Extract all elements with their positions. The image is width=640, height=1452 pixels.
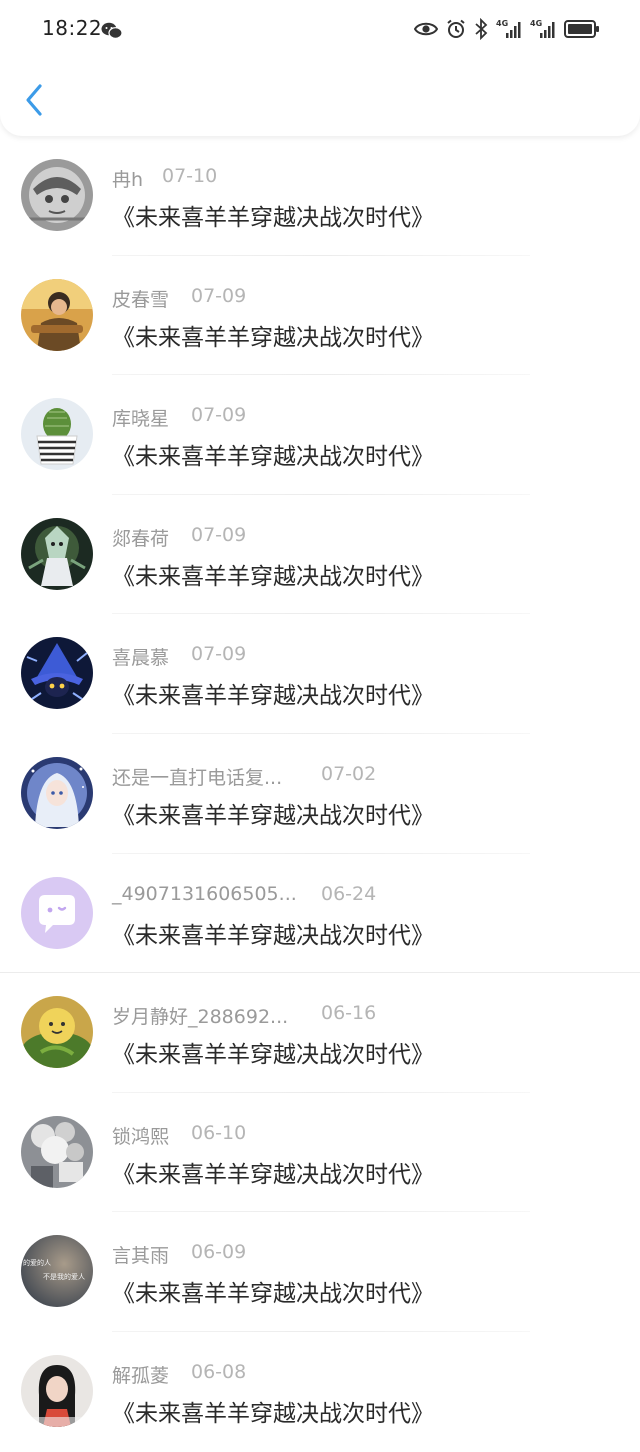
avatar[interactable]: 的爱的人 不是我的爱人	[21, 1235, 93, 1308]
svg-text:不是我的爱人: 不是我的爱人	[43, 1272, 85, 1281]
list-item[interactable]: 郯春荷 07-09 《未来喜羊羊穿越决战次时代》	[0, 495, 640, 615]
avatar[interactable]	[21, 996, 93, 1069]
item-date: 07-09	[191, 404, 247, 427]
avatar[interactable]	[21, 1115, 93, 1188]
svg-text:的爱的人: 的爱的人	[23, 1258, 51, 1267]
user-name: _4907131606505...	[112, 882, 297, 905]
item-title: 《未来喜羊羊穿越决战次时代》	[112, 1161, 434, 1188]
item-title: 《未来喜羊羊穿越决战次时代》	[112, 324, 434, 351]
item-date: 07-10	[162, 165, 218, 187]
item-title: 《未来喜羊羊穿越决战次时代》	[112, 1281, 434, 1308]
list-item[interactable]: 岁月静好_288692... 06-16 《未来喜羊羊穿越决战次时代》	[0, 973, 640, 1093]
item-title: 《未来喜羊羊穿越决战次时代》	[112, 205, 434, 231]
item-date: 06-08	[191, 1360, 247, 1383]
list-item[interactable]: 还是一直打电话复... 07-02 《未来喜羊羊穿越决战次时代》	[0, 734, 640, 854]
avatar[interactable]	[21, 637, 93, 710]
user-name: 郯春荷	[112, 527, 170, 550]
alarm-icon	[446, 19, 466, 43]
list-item[interactable]: 皮春雪 07-09 《未来喜羊羊穿越决战次时代》	[0, 256, 640, 376]
battery-icon	[564, 19, 600, 43]
item-title: 《未来喜羊羊穿越决战次时代》	[112, 683, 434, 710]
status-time: 18:22	[42, 16, 103, 40]
list-item[interactable]: 解孤菱 06-08 《未来喜羊羊穿越决战次时代》	[0, 1332, 640, 1452]
list-item[interactable]: 库晓星 07-09 《未来喜羊羊穿越决战次时代》	[0, 375, 640, 495]
user-list: 冉h 07-10 《未来喜羊羊穿越决战次时代》 皮春雪 07-09 《未来喜羊羊…	[0, 136, 640, 1452]
svg-text:4G: 4G	[496, 19, 508, 28]
avatar[interactable]	[21, 1354, 93, 1427]
item-title: 《未来喜羊羊穿越决战次时代》	[112, 444, 434, 471]
item-date: 07-02	[321, 762, 377, 785]
item-title: 《未来喜羊羊穿越决战次时代》	[112, 802, 434, 829]
user-name: 解孤菱	[112, 1364, 170, 1387]
wechat-icon	[101, 22, 123, 44]
item-date: 06-24	[321, 882, 377, 905]
user-name: 喜晨慕	[112, 647, 170, 670]
signal-4g-icon: 4G	[496, 18, 522, 44]
top-bar: 18:22 4G 4G	[0, 0, 640, 136]
item-date: 07-09	[191, 284, 247, 307]
avatar[interactable]	[21, 398, 93, 471]
user-name: 锁鸿熙	[112, 1125, 170, 1148]
eye-icon	[413, 21, 439, 41]
item-date: 06-16	[321, 1002, 377, 1025]
user-name: 库晓星	[112, 408, 170, 431]
item-title: 《未来喜羊羊穿越决战次时代》	[112, 1042, 434, 1069]
item-title: 《未来喜羊羊穿越决战次时代》	[112, 922, 434, 949]
avatar[interactable]	[21, 756, 93, 829]
item-date: 07-09	[191, 643, 247, 666]
chevron-left-icon	[26, 84, 42, 116]
item-title: 《未来喜羊羊穿越决战次时代》	[112, 1400, 434, 1427]
avatar[interactable]	[21, 876, 93, 949]
svg-text:4G: 4G	[530, 19, 542, 28]
item-date: 06-10	[191, 1121, 247, 1144]
user-name: 皮春雪	[112, 288, 170, 311]
bluetooth-icon	[474, 17, 488, 44]
avatar[interactable]	[21, 517, 93, 590]
list-item[interactable]: 锁鸿熙 06-10 《未来喜羊羊穿越决战次时代》	[0, 1093, 640, 1213]
back-button[interactable]	[20, 80, 56, 120]
item-title: 《未来喜羊羊穿越决战次时代》	[112, 563, 434, 590]
avatar[interactable]	[21, 278, 93, 351]
user-name: 冉h	[112, 169, 144, 191]
status-icons: 4G 4G	[413, 17, 600, 44]
signal-4g-icon: 4G	[530, 18, 556, 44]
user-name: 言其雨	[112, 1245, 170, 1268]
list-item[interactable]: 冉h 07-10 《未来喜羊羊穿越决战次时代》	[0, 136, 640, 256]
status-bar: 18:22 4G 4G	[0, 0, 640, 60]
user-name: 还是一直打电话复...	[112, 766, 283, 789]
item-date: 07-09	[191, 523, 247, 546]
avatar[interactable]	[21, 159, 93, 231]
item-date: 06-09	[191, 1241, 247, 1264]
list-item[interactable]: 喜晨慕 07-09 《未来喜羊羊穿越决战次时代》	[0, 614, 640, 734]
list-item[interactable]: _4907131606505... 06-24 《未来喜羊羊穿越决战次时代》	[0, 854, 640, 974]
list-item[interactable]: 的爱的人 不是我的爱人 言其雨 06-09 《未来喜羊羊穿越决战次时代》	[0, 1212, 640, 1332]
user-name: 岁月静好_288692...	[112, 1006, 289, 1029]
